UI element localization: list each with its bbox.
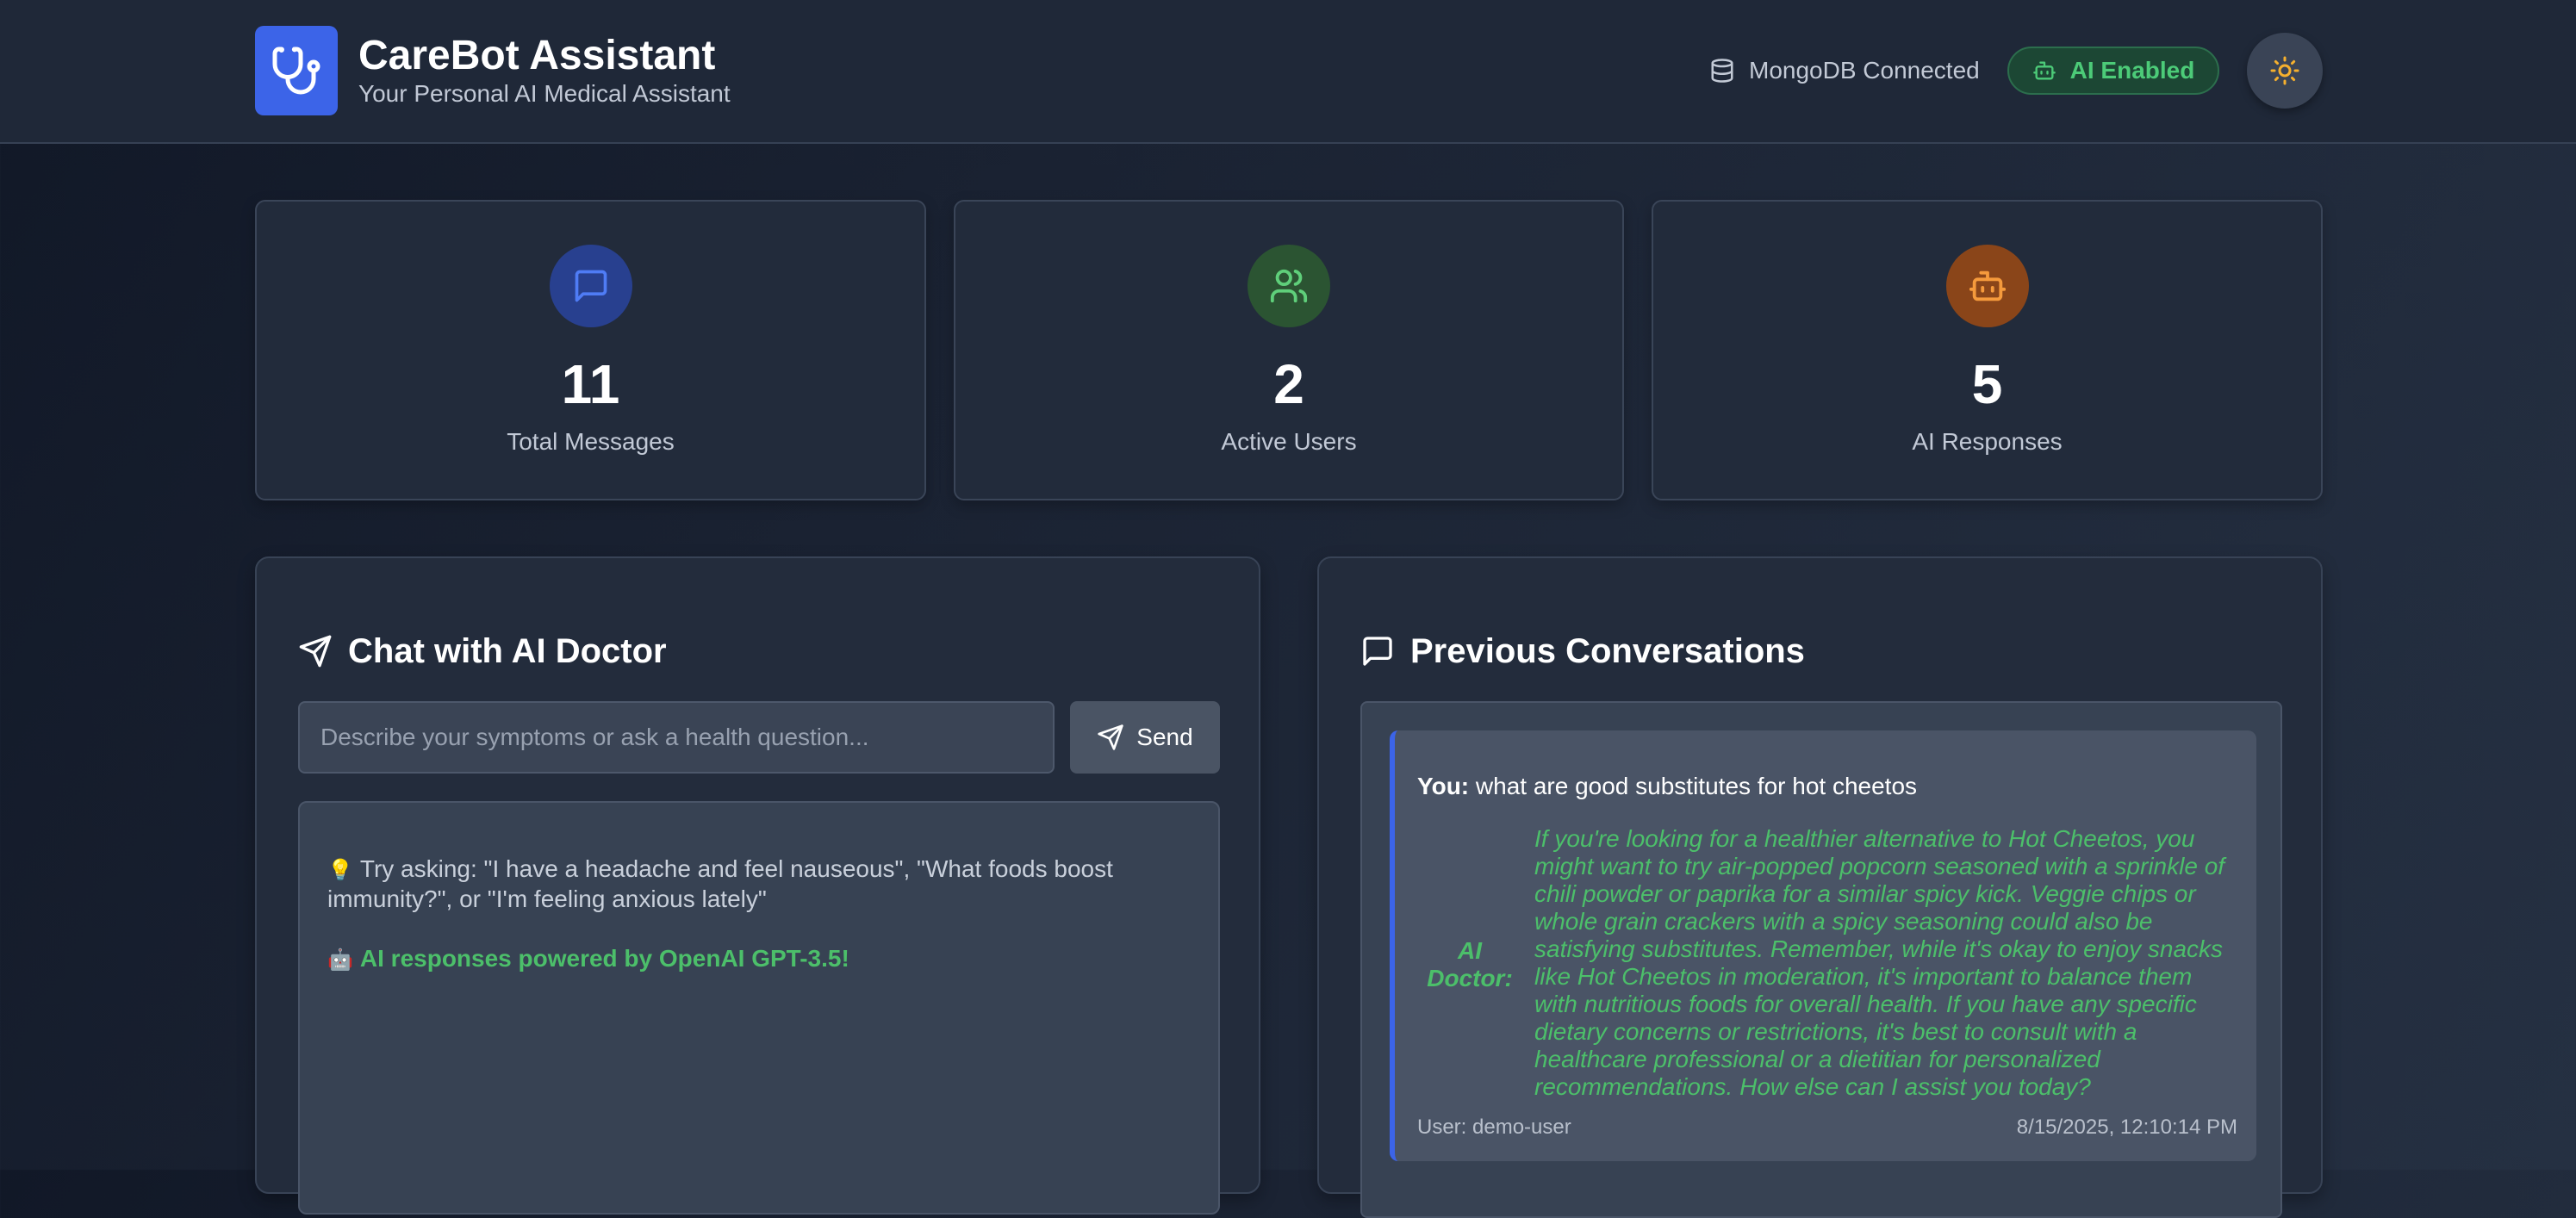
app-subtitle: Your Personal AI Medical Assistant	[358, 80, 731, 107]
bot-icon	[1968, 266, 2007, 306]
ai-badge-label: AI Enabled	[2069, 57, 2195, 84]
stat-icon-circle	[549, 245, 632, 327]
send-button-label: Send	[1136, 724, 1193, 750]
stat-icon-circle	[1945, 245, 2029, 327]
history-panel-heading: Previous Conversations	[1360, 631, 1805, 672]
stat-card-messages: 11 Total Messages	[255, 200, 926, 500]
ai-status-badge: AI Enabled	[2007, 47, 2219, 95]
stethoscope-icon	[271, 45, 322, 96]
theme-toggle-button[interactable]	[2247, 33, 2323, 109]
user-question: You: what are good substitutes for hot c…	[1417, 772, 1917, 801]
stat-card-users: 2 Active Users	[954, 200, 1624, 500]
bot-icon	[2032, 59, 2056, 83]
conversation-item[interactable]: You: what are good substitutes for hot c…	[1390, 730, 2256, 1161]
db-status: MongoDB Connected	[1709, 53, 1980, 88]
conversation-list[interactable]: You: what are good substitutes for hot c…	[1360, 701, 2282, 1218]
logo	[255, 26, 338, 115]
stat-label: Total Messages	[507, 428, 675, 455]
send-icon	[1097, 724, 1124, 751]
stat-value: 2	[1273, 353, 1304, 415]
lightbulb-icon: 💡	[327, 858, 353, 882]
chat-panel-heading: Chat with AI Doctor	[298, 631, 667, 672]
stat-value: 11	[561, 353, 620, 415]
you-label: You:	[1417, 773, 1470, 799]
question-text: what are good substitutes for hot cheeto…	[1475, 773, 1918, 799]
history-panel-title: Previous Conversations	[1410, 632, 1805, 670]
app-header: CareBot Assistant Your Personal AI Medic…	[0, 0, 2576, 144]
robot-emoji-icon: 🤖	[327, 948, 353, 972]
history-panel: Previous Conversations You: what are goo…	[1317, 556, 2323, 1218]
message-square-icon	[1360, 634, 1395, 668]
stat-card-ai-responses: 5 AI Responses	[1652, 200, 2323, 500]
users-icon	[1269, 266, 1309, 306]
ai-doctor-label: AI Doctor:	[1427, 937, 1513, 991]
stat-value: 5	[1971, 353, 2003, 415]
powered-by-label: AI responses powered by OpenAI GPT-3.5!	[359, 945, 849, 972]
chat-panel-title: Chat with AI Doctor	[348, 632, 667, 670]
hint-text: 💡 Try asking: "I have a headache and feel…	[327, 854, 1154, 914]
chat-panel: Chat with AI Doctor Send 💡Try asking: "I…	[255, 556, 1260, 1215]
symptom-input[interactable]	[298, 701, 1055, 774]
chat-messages-area[interactable]: 💡 Try asking: "I have a headache and feel…	[298, 801, 1220, 1215]
conversation-user: User: demo-user	[1417, 1115, 1571, 1139]
database-icon	[1709, 58, 1735, 84]
sun-icon	[2269, 55, 2300, 86]
app-title: CareBot Assistant	[358, 33, 716, 78]
hint-label: Try asking: "I have a headache and feel …	[327, 855, 1113, 912]
conversation-timestamp: 8/15/2025, 12:10:14 PM	[2016, 1115, 2237, 1139]
stat-label: AI Responses	[1912, 428, 2063, 455]
stat-label: Active Users	[1221, 428, 1357, 455]
db-status-label: MongoDB Connected	[1749, 57, 1980, 84]
send-button[interactable]: Send	[1070, 701, 1220, 774]
powered-by-text: 🤖 AI responses powered by OpenAI GPT-3.5!	[327, 944, 849, 974]
ai-response-text: If you're looking for a healthier altern…	[1534, 825, 2225, 1100]
send-icon	[298, 634, 333, 668]
stat-icon-circle	[1248, 245, 1330, 327]
message-square-icon	[572, 267, 610, 305]
